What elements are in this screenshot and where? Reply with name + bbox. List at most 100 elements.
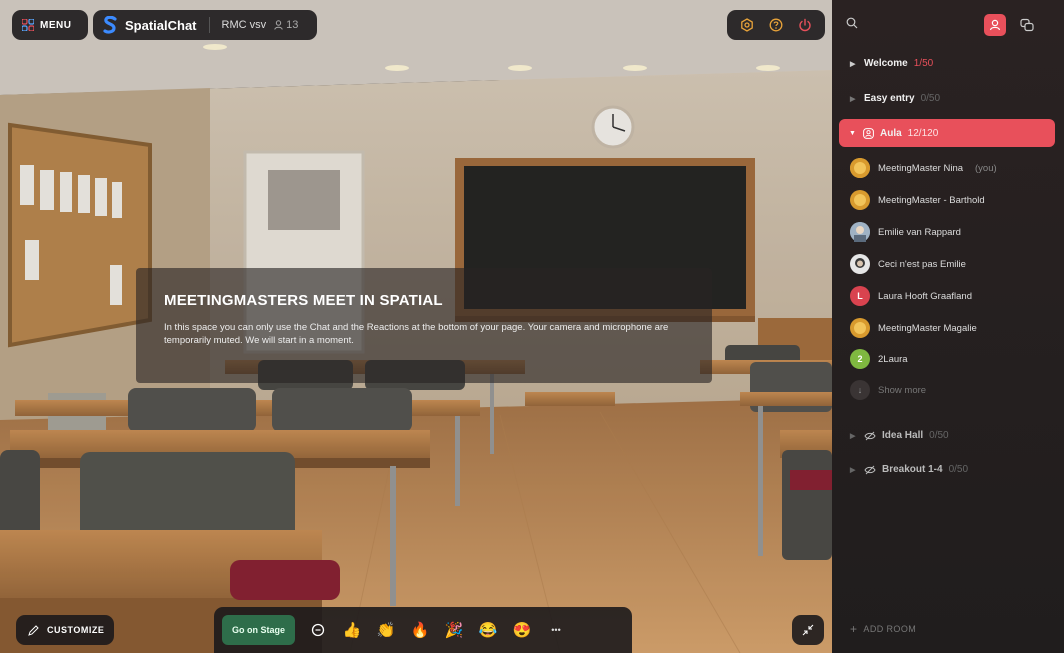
banner-text: In this space you can only use the Chat …: [164, 322, 669, 346]
brand-name: SpatialChat: [125, 17, 197, 33]
chat-tab[interactable]: [1016, 14, 1038, 36]
caret-right-icon: ▶: [850, 95, 856, 103]
member-name: Emilie van Rappard: [878, 226, 961, 238]
room-aula[interactable]: ▼ Aula 12/120: [839, 119, 1055, 147]
member-name: 2Laura: [878, 353, 908, 365]
banner-title: MEETINGMASTERS MEET IN SPATIAL: [164, 292, 443, 309]
participant-count: 13: [274, 19, 298, 31]
avatar: [850, 158, 870, 178]
grid-icon: [22, 19, 34, 31]
you-label: (you): [975, 162, 997, 174]
user-photo-icon: [850, 222, 870, 242]
eye-off-icon: [864, 431, 876, 440]
collapse-arrows-icon: [802, 624, 814, 636]
arrow-down-icon: ↓: [850, 380, 870, 400]
more-reactions-button[interactable]: •••: [545, 619, 567, 641]
room-easy-entry[interactable]: ▶ Easy entry 0/50: [850, 93, 940, 104]
people-tab[interactable]: [984, 14, 1006, 36]
space-name: RMC vsv: [221, 19, 267, 31]
member-name: Laura Hooft Graafland: [878, 290, 973, 302]
reaction-laugh[interactable]: 😂: [477, 619, 499, 641]
top-controls: [727, 10, 825, 40]
reactions-bar: Go on Stage 👍 👏 🔥 🎉 😂 😍 •••: [214, 607, 632, 653]
member-name: MeetingMaster Magalie: [878, 322, 977, 334]
reaction-fire[interactable]: 🔥: [409, 619, 431, 641]
customize-label: CUSTOMIZE: [47, 625, 105, 635]
pencil-icon: [28, 624, 39, 636]
room-person-icon: [863, 127, 874, 139]
menu-label: MENU: [40, 19, 72, 31]
avatar: [850, 318, 870, 338]
add-room-label: ADD ROOM: [863, 624, 917, 634]
reaction-love[interactable]: 😍: [511, 619, 533, 641]
room-name: Breakout 1-4: [882, 464, 943, 475]
avatar: 2: [850, 349, 870, 369]
reaction-clap[interactable]: 👏: [375, 619, 397, 641]
member-name: Ceci n'est pas Emilie: [878, 258, 966, 270]
room-capacity: 0/50: [948, 464, 969, 475]
room-name: Aula: [880, 127, 902, 139]
member-item[interactable]: L Laura Hooft Graafland: [850, 286, 972, 306]
room-name: Easy entry: [864, 93, 915, 104]
member-item[interactable]: MeetingMaster Magalie: [850, 318, 977, 338]
settings-button[interactable]: [738, 16, 756, 34]
power-icon: [798, 18, 811, 32]
search-button[interactable]: [846, 16, 858, 34]
caret-right-icon: ▶: [850, 432, 856, 440]
member-item[interactable]: 2 2Laura: [850, 349, 908, 369]
reaction-party[interactable]: 🎉: [443, 619, 465, 641]
add-room-button[interactable]: + ADD ROOM: [850, 622, 916, 636]
chat-bubble-icon: [311, 623, 325, 637]
caret-right-icon: ▶: [850, 60, 856, 68]
member-name: MeetingMaster Nina: [878, 162, 964, 174]
room-breakout[interactable]: ▶ Breakout 1-4 0/50: [850, 464, 968, 475]
chat-bubbles-icon: [1020, 18, 1034, 32]
person-icon: [989, 19, 1001, 31]
person-icon: [274, 20, 283, 30]
chat-button[interactable]: [307, 619, 329, 641]
go-on-stage-button[interactable]: Go on Stage: [222, 615, 296, 645]
member-name: MeetingMaster - Barthold: [878, 194, 985, 206]
room-capacity: 1/50: [913, 58, 934, 69]
room-idea-hall[interactable]: ▶ Idea Hall 0/50: [850, 430, 949, 441]
member-item[interactable]: Emilie van Rappard: [850, 222, 961, 242]
caret-down-icon: ▼: [849, 129, 856, 137]
room-welcome[interactable]: ▶ Welcome 1/50: [850, 58, 933, 69]
eye-off-icon: [864, 465, 876, 474]
caret-right-icon: ▶: [850, 466, 856, 474]
meetingmaster-avatar-icon: [850, 318, 870, 338]
collapse-button[interactable]: [792, 615, 824, 645]
space-header: SpatialChat RMC vsv 13: [93, 10, 317, 40]
show-more-label: Show more: [878, 384, 927, 396]
member-item[interactable]: MeetingMaster Nina (you): [850, 158, 997, 178]
room-capacity: 0/50: [929, 430, 949, 441]
plus-icon: +: [850, 622, 858, 636]
participant-count-value: 13: [286, 19, 299, 31]
room-name: Idea Hall: [882, 430, 924, 441]
meetingmaster-avatar-icon: [850, 158, 870, 178]
user-photo-icon: [850, 254, 870, 274]
reaction-thumbs-up[interactable]: 👍: [341, 619, 363, 641]
room-capacity: 12/120: [907, 127, 939, 139]
room-stage[interactable]: MEETINGMASTERS MEET IN SPATIAL In this s…: [0, 0, 832, 653]
customize-button[interactable]: CUSTOMIZE: [16, 615, 114, 645]
gear-icon: [741, 18, 754, 32]
question-icon: [769, 18, 783, 32]
meetingmaster-avatar-icon: [850, 190, 870, 210]
room-capacity: 0/50: [920, 93, 941, 104]
search-icon: [846, 17, 858, 29]
avatar: [850, 254, 870, 274]
room-name: Welcome: [864, 58, 908, 69]
member-item[interactable]: MeetingMaster - Barthold: [850, 190, 985, 210]
avatar: [850, 222, 870, 242]
avatar: L: [850, 286, 870, 306]
member-item[interactable]: Ceci n'est pas Emilie: [850, 254, 966, 274]
show-more-button[interactable]: ↓ Show more: [850, 380, 926, 400]
divider: [208, 17, 210, 33]
menu-button[interactable]: MENU: [12, 10, 88, 40]
help-button[interactable]: [767, 16, 785, 34]
welcome-banner: MEETINGMASTERS MEET IN SPATIAL In this s…: [136, 268, 712, 383]
leave-button[interactable]: [796, 16, 814, 34]
spatialchat-logo-icon: [103, 16, 117, 34]
avatar: [850, 190, 870, 210]
